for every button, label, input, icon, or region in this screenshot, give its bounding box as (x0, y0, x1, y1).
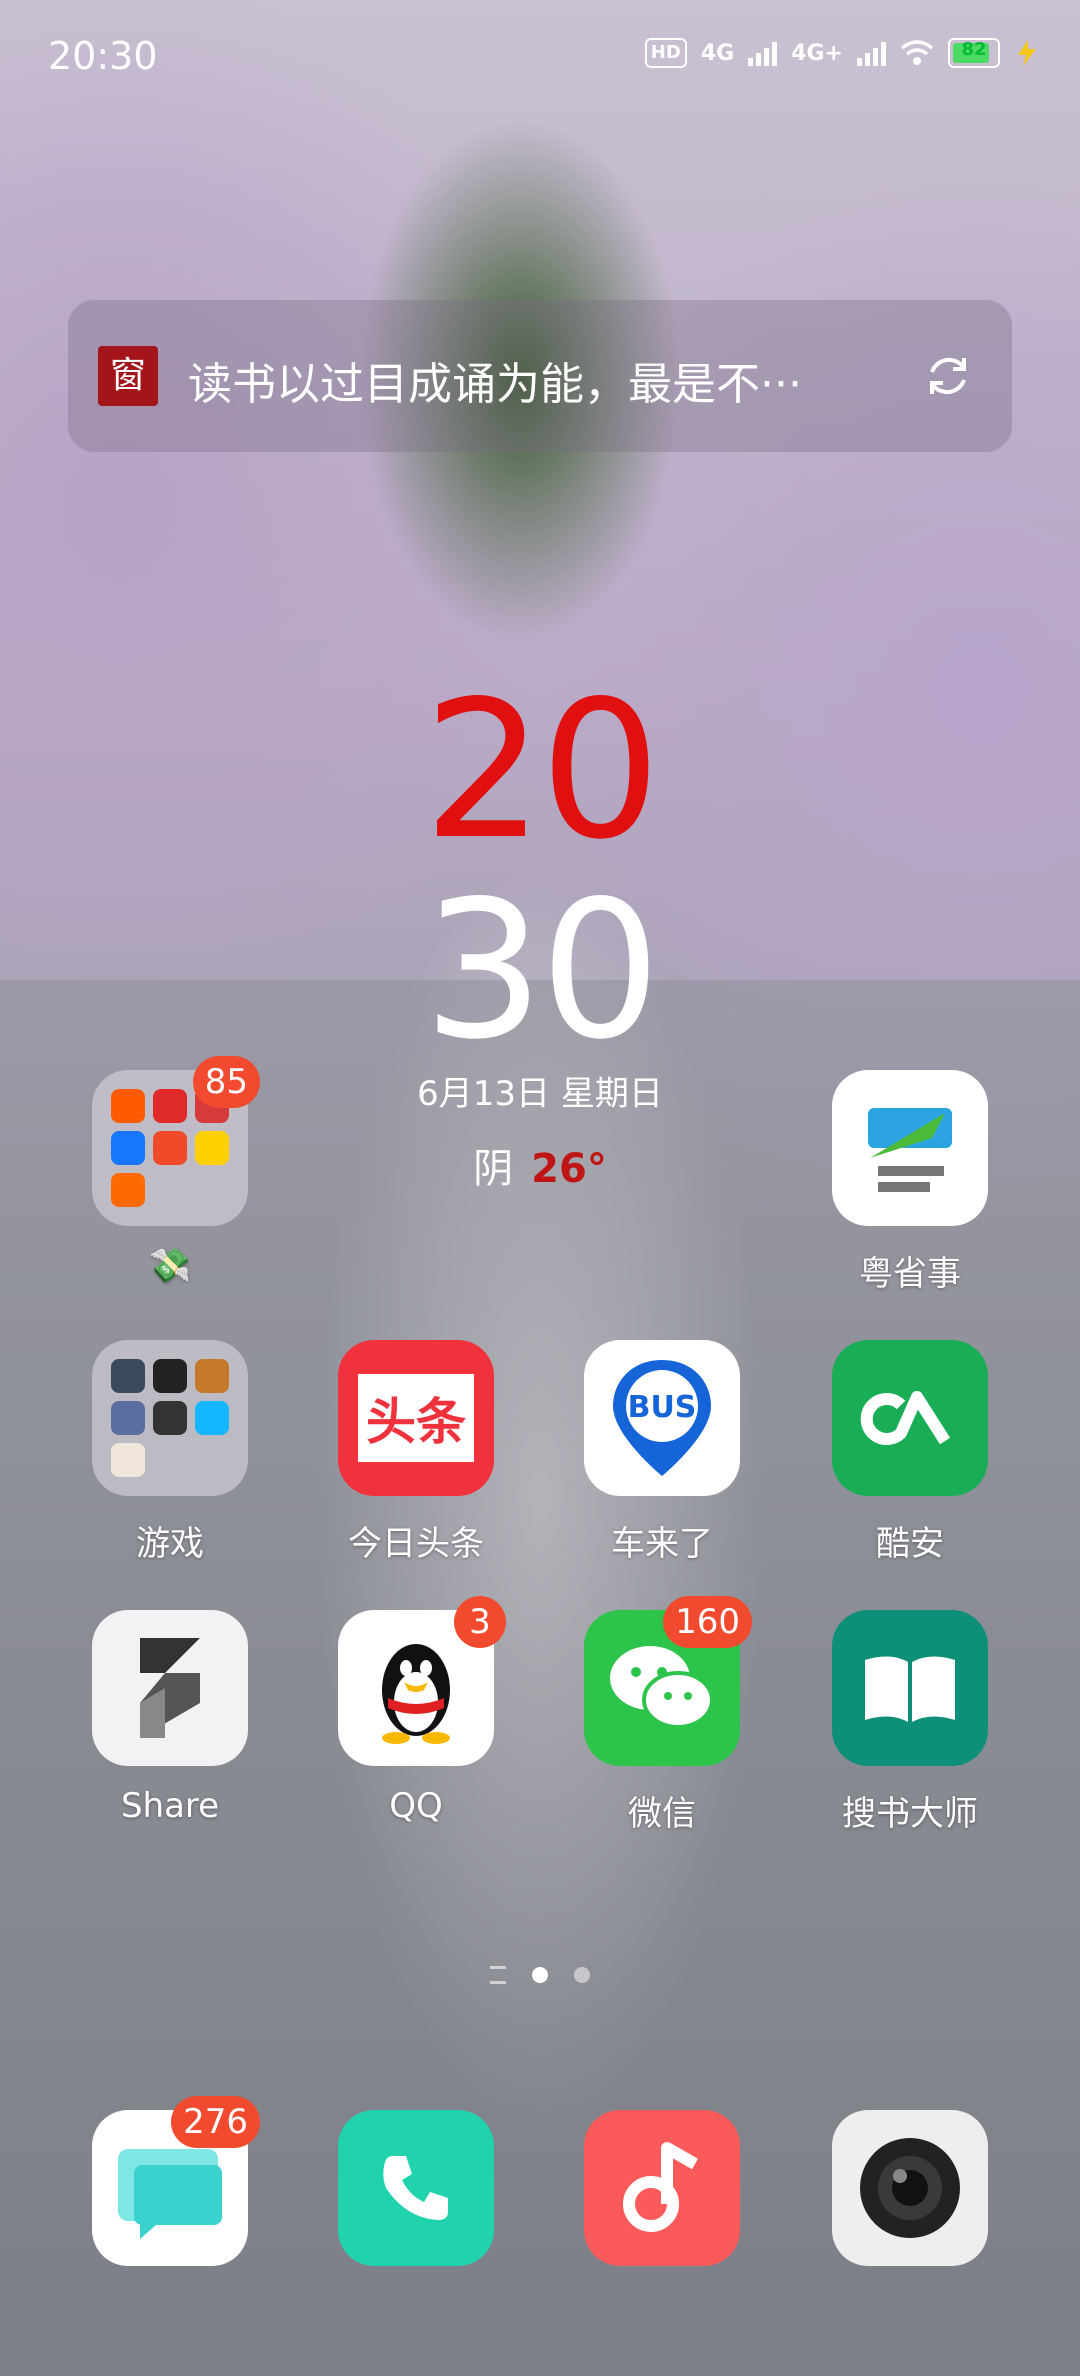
wifi-icon (900, 40, 934, 65)
app-label: 游戏 (136, 1524, 204, 1564)
app-folder-games[interactable]: 游戏 (90, 1340, 250, 1565)
network-4gplus-label: 4G+ (791, 40, 843, 66)
app-coolapk[interactable]: 酷安 (830, 1340, 990, 1565)
toutiao-icon: 头条 (338, 1340, 494, 1496)
status-bar: 20:30 HD 4G 4G+ 82 (0, 0, 1080, 110)
app-label: 酷安 (876, 1524, 944, 1564)
poem-widget[interactable]: 窗 读书以过目成诵为能，最是不··· (68, 300, 1012, 452)
weather-temperature: 26° (531, 1146, 607, 1192)
app-label: 车来了 (611, 1524, 713, 1564)
app-chelaile[interactable]: BUS 车来了 (582, 1340, 742, 1565)
app-label: 💸 (148, 1246, 192, 1286)
battery-icon: 82 (948, 38, 1000, 68)
network-4g-label: 4G (700, 40, 735, 66)
toutiao-icon-text: 头条 (358, 1374, 474, 1462)
clock-hour[interactable]: 20 (0, 660, 1080, 881)
app-label: 粤省事 (859, 1254, 961, 1294)
app-label: 微信 (628, 1794, 696, 1834)
page-dot-active (532, 1967, 548, 1983)
signal-icon (748, 40, 778, 66)
bus-pin-icon: BUS (584, 1340, 740, 1496)
weather-condition: 阴 (473, 1146, 514, 1192)
app-qq[interactable]: 3 QQ (336, 1596, 506, 1826)
wechat-icon: 160 (584, 1596, 752, 1766)
refresh-icon[interactable] (920, 348, 976, 404)
notification-badge: 160 (663, 1596, 752, 1648)
charging-icon (1018, 40, 1036, 66)
yueshengshi-icon (832, 1070, 988, 1226)
camera-icon (832, 2110, 988, 2266)
status-icons: HD 4G 4G+ 82 (644, 38, 1040, 68)
bus-icon-text: BUS (627, 1390, 697, 1425)
poem-seal-icon: 窗 (98, 346, 158, 406)
signal-icon-2 (857, 40, 886, 66)
page-indicator-menu (490, 1966, 506, 1984)
hd-icon: HD (644, 38, 687, 68)
coolapk-icon (832, 1340, 988, 1496)
dock-messages[interactable]: 276 (90, 2096, 260, 2266)
dock-music[interactable] (582, 2110, 742, 2266)
app-wechat[interactable]: 160 微信 (582, 1596, 752, 1835)
qq-penguin-icon: 3 (338, 1596, 506, 1766)
folder-icon: 85 (92, 1056, 260, 1226)
status-time: 20:30 (48, 34, 158, 78)
clock-minute[interactable]: 30 (0, 860, 1080, 1081)
app-label: Share (120, 1786, 220, 1826)
dock-camera[interactable] (830, 2110, 990, 2266)
poem-text: 读书以过目成诵为能，最是不··· (188, 359, 802, 410)
app-folder-misc[interactable]: 85 💸 (90, 1056, 260, 1286)
share-s-icon (92, 1610, 248, 1766)
app-label: 今日头条 (348, 1524, 484, 1564)
music-note-icon (584, 2110, 740, 2266)
app-yueshengshi[interactable]: 粤省事 (830, 1070, 990, 1295)
notification-badge: 85 (192, 1056, 260, 1108)
page-indicator[interactable] (0, 1966, 1080, 1984)
messages-icon: 276 (92, 2096, 260, 2266)
phone-icon (338, 2110, 494, 2266)
page-dot (574, 1967, 590, 1983)
app-toutiao[interactable]: 头条 今日头条 (336, 1340, 496, 1565)
dock-phone[interactable] (336, 2110, 496, 2266)
notification-badge: 3 (454, 1596, 506, 1648)
app-label: 搜书大师 (842, 1794, 978, 1834)
app-soushu[interactable]: 搜书大师 (830, 1610, 990, 1835)
battery-level: 82 (961, 39, 987, 60)
folder-icon (92, 1340, 248, 1496)
notification-badge: 276 (171, 2096, 260, 2148)
app-share[interactable]: Share (90, 1610, 250, 1826)
book-icon (832, 1610, 988, 1766)
app-label: QQ (389, 1786, 443, 1826)
